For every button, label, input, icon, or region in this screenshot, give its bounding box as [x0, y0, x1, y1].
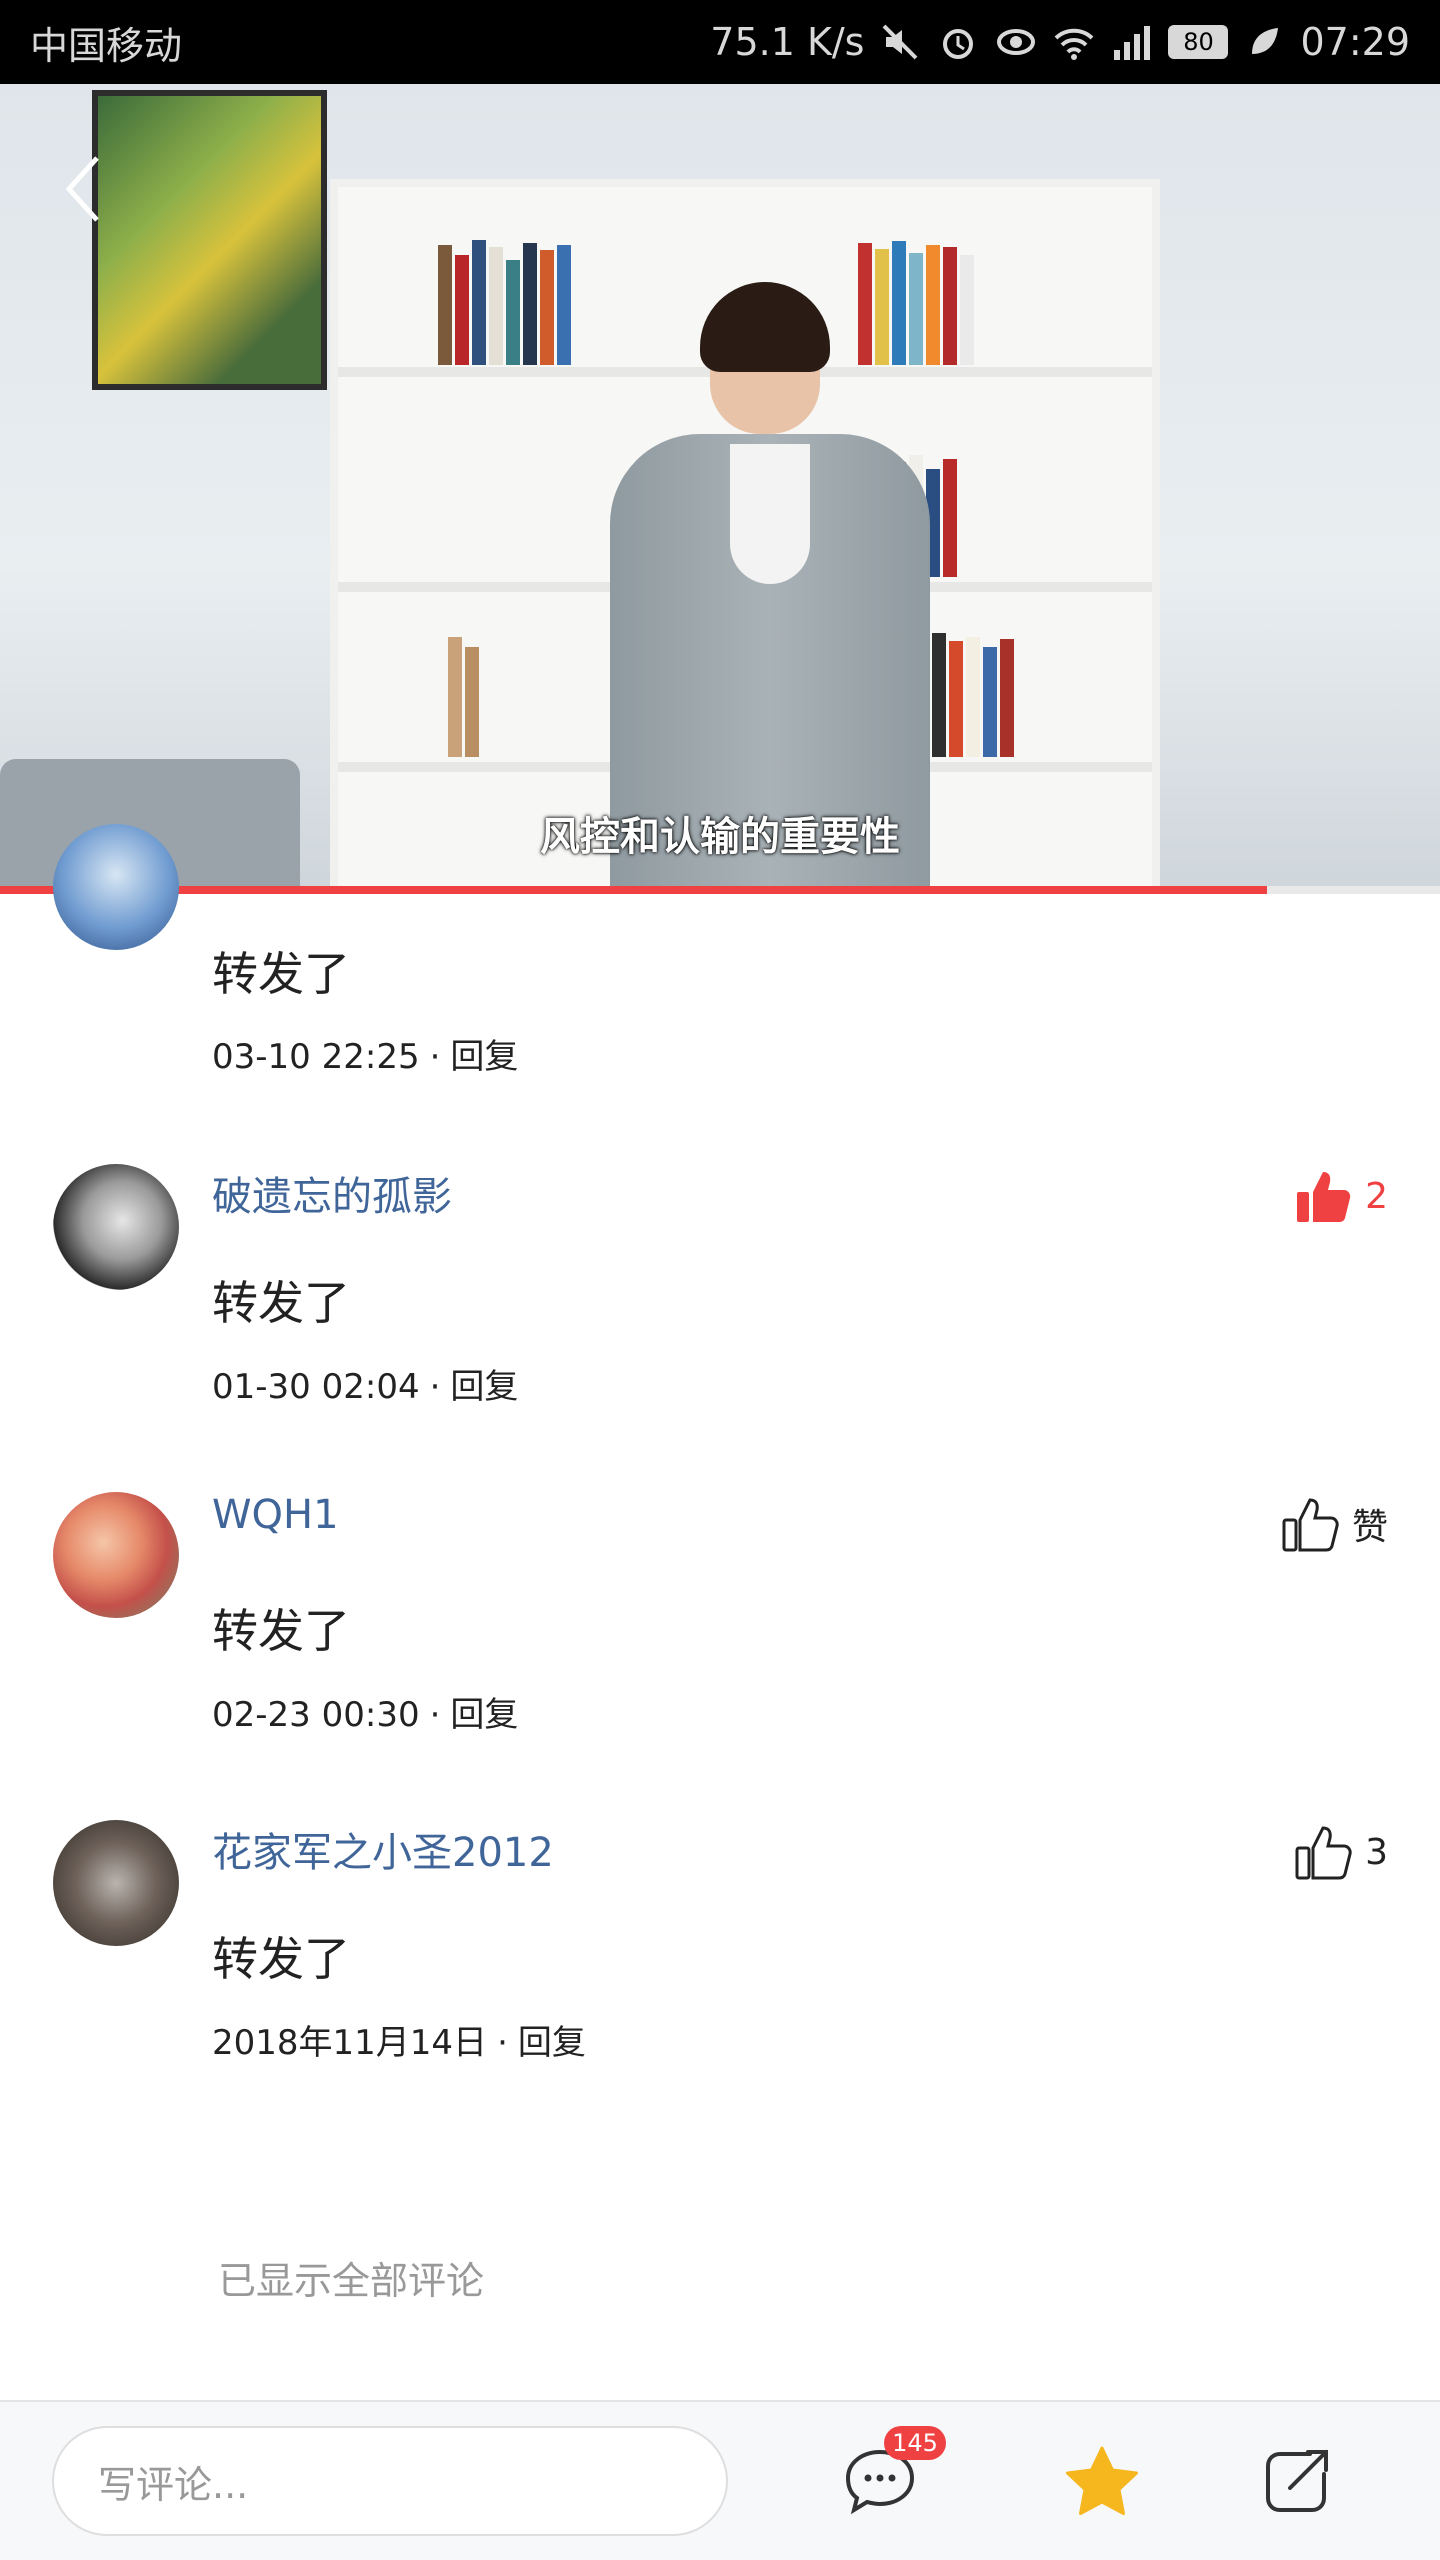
- like-button[interactable]: 3: [1293, 1822, 1388, 1882]
- comment-count-badge: 145: [884, 2426, 946, 2460]
- mute-icon: [878, 20, 922, 64]
- thumbs-up-filled-icon: [1297, 1172, 1351, 1222]
- comment-meta: 03-10 22:25 · 回复: [212, 1037, 519, 1077]
- video-progress-fill: [0, 886, 1268, 894]
- comment-text: 转发了: [212, 1276, 350, 1330]
- reply-link[interactable]: 回复: [450, 1367, 518, 1407]
- alarm-icon: [936, 20, 980, 64]
- share-icon: [1266, 2450, 1328, 2512]
- comment-time: 01-30 02:04: [212, 1367, 420, 1407]
- clock: 07:29: [1300, 20, 1410, 64]
- comment-time: 2018年11月14日: [212, 2023, 488, 2063]
- comment-text: 转发了: [212, 1932, 350, 1986]
- like-button[interactable]: 2: [1293, 1166, 1388, 1226]
- comment-username[interactable]: 花家军之小圣2012: [212, 1820, 554, 1878]
- leaf-icon: [1242, 20, 1286, 64]
- comment-time: 02-23 00:30: [212, 1695, 420, 1735]
- comment-input[interactable]: 写评论...: [52, 2426, 728, 2536]
- all-comments-shown-note: 已显示全部评论: [218, 2259, 485, 2303]
- like-label: 赞: [1351, 1507, 1388, 1548]
- thumbs-up-icon: [1295, 1826, 1352, 1880]
- wifi-icon: [1052, 20, 1096, 64]
- reply-link[interactable]: 回复: [518, 2023, 586, 2063]
- favorite-button[interactable]: [1052, 2432, 1152, 2532]
- comment-meta: 02-23 00:30 · 回复: [212, 1695, 519, 1735]
- comments-button[interactable]: 145: [830, 2426, 946, 2532]
- comment-time: 03-10 22:25: [212, 1037, 420, 1077]
- status-bar-right: 75.1 K/s 80 07:29: [710, 20, 1410, 64]
- comment-text: 转发了: [212, 1604, 350, 1658]
- back-button[interactable]: [58, 144, 108, 234]
- video-player[interactable]: 风控和认输的重要性: [0, 84, 1440, 890]
- video-progress-bar[interactable]: [0, 886, 1440, 894]
- thumbs-up-icon: [1282, 1498, 1339, 1552]
- comment-meta: 01-30 02:04 · 回复: [212, 1367, 519, 1407]
- avatar[interactable]: [53, 1164, 179, 1290]
- avatar[interactable]: [53, 1492, 179, 1618]
- video-background-painting: [92, 90, 327, 390]
- comment-username[interactable]: WQH1: [212, 1492, 339, 1538]
- video-presenter: [590, 282, 950, 890]
- share-button[interactable]: [1246, 2432, 1346, 2532]
- video-subtitle: 风控和认输的重要性: [540, 814, 900, 860]
- comment-username[interactable]: 破遗忘的孤影: [212, 1164, 452, 1222]
- star-filled-icon: [1066, 2446, 1138, 2515]
- avatar[interactable]: [53, 824, 179, 950]
- carrier-label: 中国移动: [30, 23, 183, 68]
- status-bar: 中国移动 75.1 K/s 80 07:29: [0, 0, 1440, 84]
- comment-meta: 2018年11月14日 · 回复: [212, 2023, 586, 2063]
- like-button[interactable]: 赞: [1280, 1494, 1388, 1554]
- chevron-left-icon: [65, 156, 99, 222]
- like-count: 3: [1365, 1831, 1388, 1873]
- network-speed: 75.1 K/s: [710, 20, 865, 64]
- bottom-action-bar: 写评论... 145: [0, 2400, 1440, 2560]
- reply-link[interactable]: 回复: [450, 1037, 518, 1077]
- signal-icon: [1110, 20, 1154, 64]
- like-count: 2: [1365, 1175, 1388, 1217]
- battery-indicator: 80: [1168, 25, 1229, 59]
- reply-link[interactable]: 回复: [450, 1695, 518, 1735]
- avatar[interactable]: [53, 1820, 179, 1946]
- eye-icon: [994, 20, 1038, 64]
- comment-text: 转发了: [212, 947, 350, 1001]
